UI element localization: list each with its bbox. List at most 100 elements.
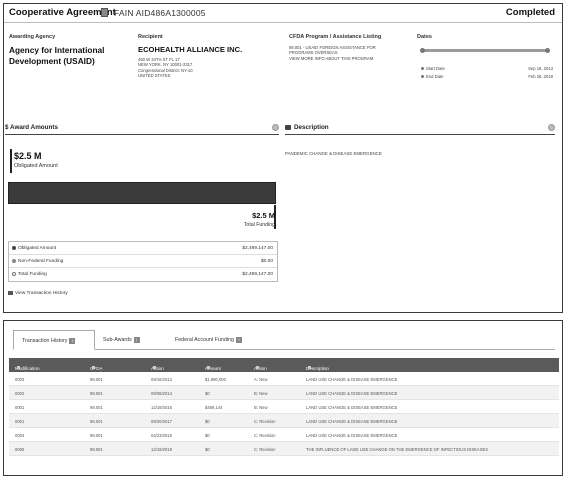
table-header-row: Modification Number CFDA Number Action D… <box>9 358 559 376</box>
cell-action-type: C: Revision <box>254 419 276 424</box>
awarding-agency-block: Awarding Agency Agency for International… <box>9 34 127 67</box>
tab-bar: Transaction History i Sub-Awards i Federal… <box>13 330 555 350</box>
status-badge: Completed <box>505 7 555 18</box>
cell-amount: $499,144 <box>205 405 223 410</box>
cell-action-date: 12/19/2016 <box>151 405 172 410</box>
info-icon[interactable] <box>548 124 555 131</box>
info-icon: i <box>69 338 76 344</box>
cfda-label: CFDA Program / Assistance Listing <box>289 34 382 40</box>
award-type-title: Cooperative Agreement <box>9 7 116 18</box>
amount-value: $0.00 <box>260 259 273 264</box>
tab-sub-awards[interactable]: Sub-Awards i <box>95 330 153 350</box>
cell-amount: $0 <box>205 447 210 452</box>
cell-action-date: 04/23/2018 <box>151 433 172 438</box>
table-row[interactable]: 0005 98.001 12/19/2018 $0 C: Revision THE INF… <box>9 442 559 456</box>
view-transaction-history-link[interactable]: View Transaction History <box>8 291 68 296</box>
amount-row-obligated: Obligated Amount $2,499,147.00 <box>9 242 277 255</box>
amounts-table: Obligated Amount $2,499,147.00 Non-Feder… <box>8 241 278 282</box>
sort-icon[interactable] <box>17 366 20 369</box>
description-heading: Description <box>285 123 555 135</box>
info-icon: i <box>133 337 140 343</box>
cell-modification: 0001 <box>15 419 25 424</box>
cell-action-type: B: New <box>254 405 268 410</box>
sort-icon[interactable] <box>256 366 259 369</box>
cell-cfda: 98.001 <box>90 433 103 438</box>
sort-icon[interactable] <box>153 366 156 369</box>
obligated-amount-label: Obligated Amount <box>14 163 58 169</box>
cell-action-type: A: New <box>254 377 268 382</box>
sort-icon[interactable] <box>207 366 210 369</box>
legend-swatch <box>12 259 16 263</box>
cell-cfda: 98.001 <box>90 419 103 424</box>
amount-value: $2,499,147.00 <box>242 272 273 277</box>
cell-amount: $0 <box>205 433 210 438</box>
awarding-agency-link[interactable]: Agency for International Development (US… <box>9 45 127 67</box>
cell-description: LAND USE CHANGE & DISEASE EMERGENCE <box>306 433 398 438</box>
cell-modification: 0002 <box>15 391 25 396</box>
tab-transaction-history[interactable]: Transaction History i <box>13 330 95 350</box>
award-header: Cooperative Agreement FAIN AID486A130000… <box>4 4 562 23</box>
tab-label: Transaction History <box>22 338 68 344</box>
cell-description: LAND USE CHANGE & DISEASE EMERGENCE <box>306 405 398 410</box>
table-row[interactable]: 0001 98.001 12/19/2016 $499,144 B: New LAND U… <box>9 400 559 414</box>
description-title: Description <box>294 124 329 131</box>
amount-row-nonfederal: Non-Federal Funding $0.00 <box>9 255 277 268</box>
cell-cfda: 98.001 <box>90 377 103 382</box>
obligated-marker-line <box>10 149 12 173</box>
table-row[interactable]: 0001 98.001 09/20/2017 $0 C: Revision LAND US… <box>9 414 559 428</box>
award-amounts-heading: $ Award Amounts <box>5 123 279 135</box>
cell-cfda: 98.001 <box>90 405 103 410</box>
table-row[interactable]: 0002 98.001 09/08/2014 $0 B: New LAND USE CHA… <box>9 386 559 400</box>
cell-action-type: C: Revision <box>254 433 276 438</box>
cell-cfda: 98.001 <box>90 447 103 452</box>
start-date-label: Start Date <box>426 66 445 71</box>
legend-swatch <box>12 246 16 250</box>
cell-description: LAND USE CHANGE & DISEASE EMERGENCE <box>306 419 398 424</box>
amount-name: Obligated Amount <box>18 246 57 251</box>
cfda-block: CFDA Program / Assistance Listing 98.001… <box>289 34 407 61</box>
amount-row-total: Total Funding $2,499,147.00 <box>9 268 277 281</box>
tab-federal-account-funding[interactable]: Federal Account Funding i <box>167 330 263 350</box>
cell-action-date: 09/08/2014 <box>151 391 172 396</box>
cell-action-date: 09/20/2017 <box>151 419 172 424</box>
cell-amount: $0 <box>205 391 210 396</box>
dates-label: Dates <box>417 34 432 40</box>
view-history-label: View Transaction History <box>15 291 68 296</box>
dates-timeline-bar <box>420 48 550 53</box>
end-date-value: Feb 28, 2019 <box>528 74 553 79</box>
fain-id: FAIN AID486A1300005 <box>114 8 206 18</box>
cell-description: LAND USE CHANGE & DISEASE EMERGENCE <box>306 391 398 396</box>
amount-name: Total Funding <box>18 272 47 277</box>
start-date-value: Sep 18, 2013 <box>528 66 553 71</box>
cell-action-date: 09/18/2013 <box>151 377 172 382</box>
recipient-label: Recipient <box>138 34 163 40</box>
sort-icon[interactable] <box>92 366 95 369</box>
info-icon[interactable] <box>272 124 279 131</box>
cell-modification: 0004 <box>15 433 25 438</box>
cell-action-date: 12/19/2018 <box>151 447 172 452</box>
amount-value: $2,499,147.00 <box>242 246 273 251</box>
end-marker <box>545 48 550 53</box>
amount-name: Non-Federal Funding <box>18 259 64 264</box>
cell-amount: $0 <box>205 419 210 424</box>
cell-modification: 0005 <box>15 447 25 452</box>
table-row[interactable]: 0004 98.001 04/23/2018 $0 C: Revision LAND US… <box>9 428 559 442</box>
document-icon <box>101 8 108 17</box>
table-body: 0003 98.001 09/18/2013 $1,990,000 A: New LAND… <box>9 372 559 456</box>
sort-icon[interactable] <box>308 366 311 369</box>
cell-modification: 0003 <box>15 377 25 382</box>
funding-bar[interactable] <box>8 182 276 204</box>
end-date-bullet <box>421 75 424 78</box>
speech-bubble-icon <box>285 125 291 130</box>
recipient-name-link[interactable]: ECOHEALTH ALLIANCE INC. <box>138 45 278 54</box>
cell-action-type: B: New <box>254 391 268 396</box>
end-date-label: End Date <box>426 74 444 79</box>
dates-block: Dates Start Date Sep 18, 2013 End Date F… <box>417 34 557 80</box>
cfda-view-more-link[interactable]: VIEW MORE INFO ABOUT THIS PROGRAM <box>289 56 407 61</box>
start-marker <box>420 48 425 53</box>
start-date-row: Start Date Sep 18, 2013 <box>417 66 557 72</box>
info-icon: i <box>235 337 242 343</box>
cell-description: THE INFLUENCE OF LAND USE CHANGE ON THE … <box>306 447 489 452</box>
description-text: PANDEMIC CHANGE & DISEASE EMERGENCE <box>285 151 382 156</box>
table-row[interactable]: 0003 98.001 09/18/2013 $1,990,000 A: New LAND… <box>9 372 559 386</box>
